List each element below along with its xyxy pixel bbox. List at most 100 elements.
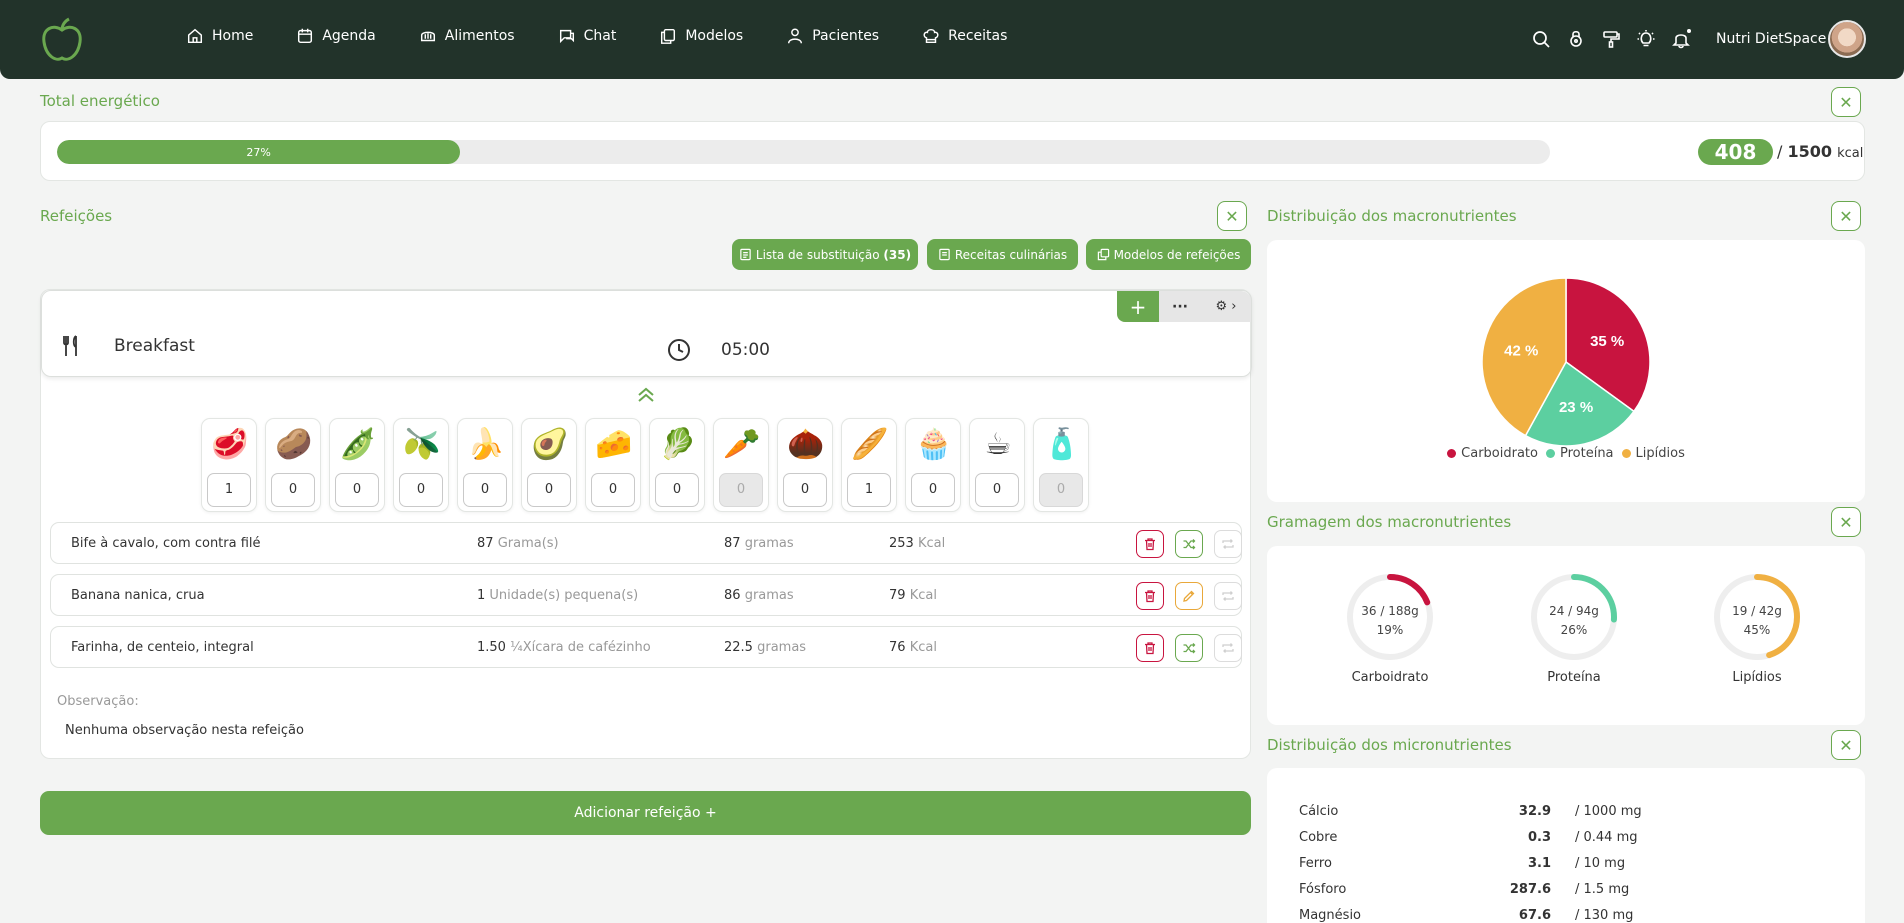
avatar[interactable] [1828,20,1866,58]
collapse-chevron-icon[interactable] [636,387,656,403]
close-icon: ✕ [1839,735,1853,755]
recipes-button[interactable]: Receitas culinárias [927,239,1078,270]
nut-icon: 🌰 [787,427,825,462]
food-group-card[interactable]: 🌰 0 [777,418,833,512]
food-group-quantity-input[interactable]: 0 [463,473,507,507]
micro-row: Cobre 0.3 / 0.44 mg [1299,830,1859,850]
nav-agenda-label: Agenda [322,28,376,44]
lightbulb-icon [1637,30,1655,47]
substitute-food-button[interactable] [1175,634,1203,662]
food-group-card[interactable]: 🧀 0 [585,418,641,512]
nav-alimentos[interactable]: Alimentos [419,27,515,45]
micro-distribution-close-button[interactable]: ✕ [1831,730,1861,760]
food-name[interactable]: Bife à cavalo, com contra filé [71,536,261,551]
meal-models-button[interactable]: Modelos de refeições [1086,239,1251,270]
tips-button[interactable] [1636,29,1656,49]
nav-home[interactable]: Home [186,27,253,45]
substitute-food-button[interactable] [1175,530,1203,558]
nav-modelos[interactable]: Modelos [659,27,743,45]
legend-dot [1545,449,1555,458]
food-group-quantity-input[interactable]: 0 [527,473,571,507]
legend-dot [1621,449,1631,458]
food-group-card[interactable]: 🫛 0 [329,418,385,512]
energy-progress-fill: 27% [57,140,461,164]
more-options-button[interactable]: ··· [1159,291,1201,322]
food-group-card[interactable]: 🥖 1 [841,418,897,512]
micro-row: Magnésio 67.6 / 130 mg [1299,908,1859,923]
macro-grams-close-button[interactable]: ✕ [1831,507,1861,537]
food-group-card[interactable]: 🥕 0 [713,418,769,512]
food-name[interactable]: Banana nanica, crua [71,588,205,603]
food-group-card[interactable]: 🥑 0 [521,418,577,512]
delete-food-button[interactable] [1136,582,1164,610]
meal-time[interactable]: 05:00 [721,340,770,360]
username[interactable]: Nutri DietSpace [1716,31,1826,47]
food-quantity[interactable]: 1.50 ¼Xícara de cafézinho [477,640,651,655]
apple-logo-icon[interactable] [38,16,86,64]
micro-row: Cálcio 32.9 / 1000 mg [1299,804,1859,824]
nav-receitas-label: Receitas [948,28,1008,44]
food-quantity-unit: Grama(s) [497,536,559,551]
food-quantity-unit: ¼Xícara de cafézinho [510,640,651,655]
food-group-card[interactable]: 🍌 0 [457,418,513,512]
delete-food-button[interactable] [1136,530,1164,558]
replace-food-button[interactable] [1214,530,1242,558]
trash-icon [1145,538,1155,551]
food-name[interactable]: Farinha, de centeio, integral [71,640,254,655]
delete-food-button[interactable] [1136,634,1164,662]
food-group-quantity-input[interactable]: 0 [975,473,1019,507]
food-group-card[interactable]: 🥩 1 [201,418,257,512]
food-group-quantity-input[interactable]: 1 [847,473,891,507]
theme-brush-button[interactable] [1601,29,1621,49]
meal-name[interactable]: Breakfast [114,336,195,356]
food-group-card[interactable]: 🥔 0 [265,418,321,512]
legend-label: Carboidrato [1461,446,1538,461]
nav-pacientes[interactable]: Pacientes [786,27,879,45]
macro-legend: Carboidrato Proteína Lipídios [1267,446,1865,461]
notifications-button[interactable] [1671,29,1691,49]
meal-settings-button[interactable]: ⚙ › [1201,291,1251,322]
energy-progress-track: 27% [57,140,1550,164]
macro-distribution-close-button[interactable]: ✕ [1831,201,1861,231]
micro-target: / 1000 mg [1575,804,1642,819]
replace-food-button[interactable] [1214,634,1242,662]
food-group-quantity-input[interactable]: 0 [271,473,315,507]
food-group-quantity-input[interactable]: 0 [399,473,443,507]
replace-food-button[interactable] [1214,582,1242,610]
ring-amount: 19 / 42g [1732,604,1782,618]
food-group-quantity-input[interactable]: 0 [655,473,699,507]
meals-close-button[interactable]: ✕ [1217,201,1247,231]
nav-home-label: Home [212,28,254,44]
food-group-card[interactable]: 🫒 0 [393,418,449,512]
substitution-list-label: Lista de substituição [755,247,880,262]
add-food-button[interactable]: + [1117,291,1159,322]
add-meal-button[interactable]: Adicionar refeição + [40,791,1251,835]
food-group-quantity-input[interactable]: 0 [783,473,827,507]
food-group-card[interactable]: 🥬 0 [649,418,705,512]
food-group-quantity-input[interactable]: 0 [335,473,379,507]
food-group-quantity-input[interactable]: 0 [591,473,635,507]
close-icon: ✕ [1225,206,1239,226]
meal-toolbar: + ··· ⚙ › [1117,291,1251,322]
energy-close-button[interactable]: ✕ [1831,87,1861,117]
ring-label: Lipídios [1732,670,1782,685]
food-group-card[interactable]: 🧁 0 [905,418,961,512]
macro-grams-title: Gramagem dos macronutrientes [1267,513,1512,531]
observation-text[interactable]: Nenhuma observação nesta refeição [65,723,304,738]
nav-chat[interactable]: Chat [558,27,616,45]
observation-label: Observação: [57,694,139,709]
food-group-card[interactable]: 🧴 0 [1033,418,1089,512]
food-group-quantity-input: 0 [719,473,763,507]
food-quantity[interactable]: 1 Unidade(s) pequena(s) [477,588,638,603]
nav-receitas[interactable]: Receitas [922,27,1007,45]
food-quantity[interactable]: 87 Grama(s) [477,536,559,551]
edit-food-button[interactable] [1175,582,1203,610]
food-group-card[interactable]: ☕ 0 [969,418,1025,512]
kcal-current-badge: 408 [1698,139,1773,165]
search-button[interactable] [1531,29,1551,49]
food-group-quantity-input[interactable]: 1 [207,473,251,507]
substitution-list-button[interactable]: Lista de substituição (35) [732,239,918,270]
nav-agenda[interactable]: Agenda [296,27,376,45]
lock-button[interactable] [1566,29,1586,49]
food-group-quantity-input[interactable]: 0 [911,473,955,507]
